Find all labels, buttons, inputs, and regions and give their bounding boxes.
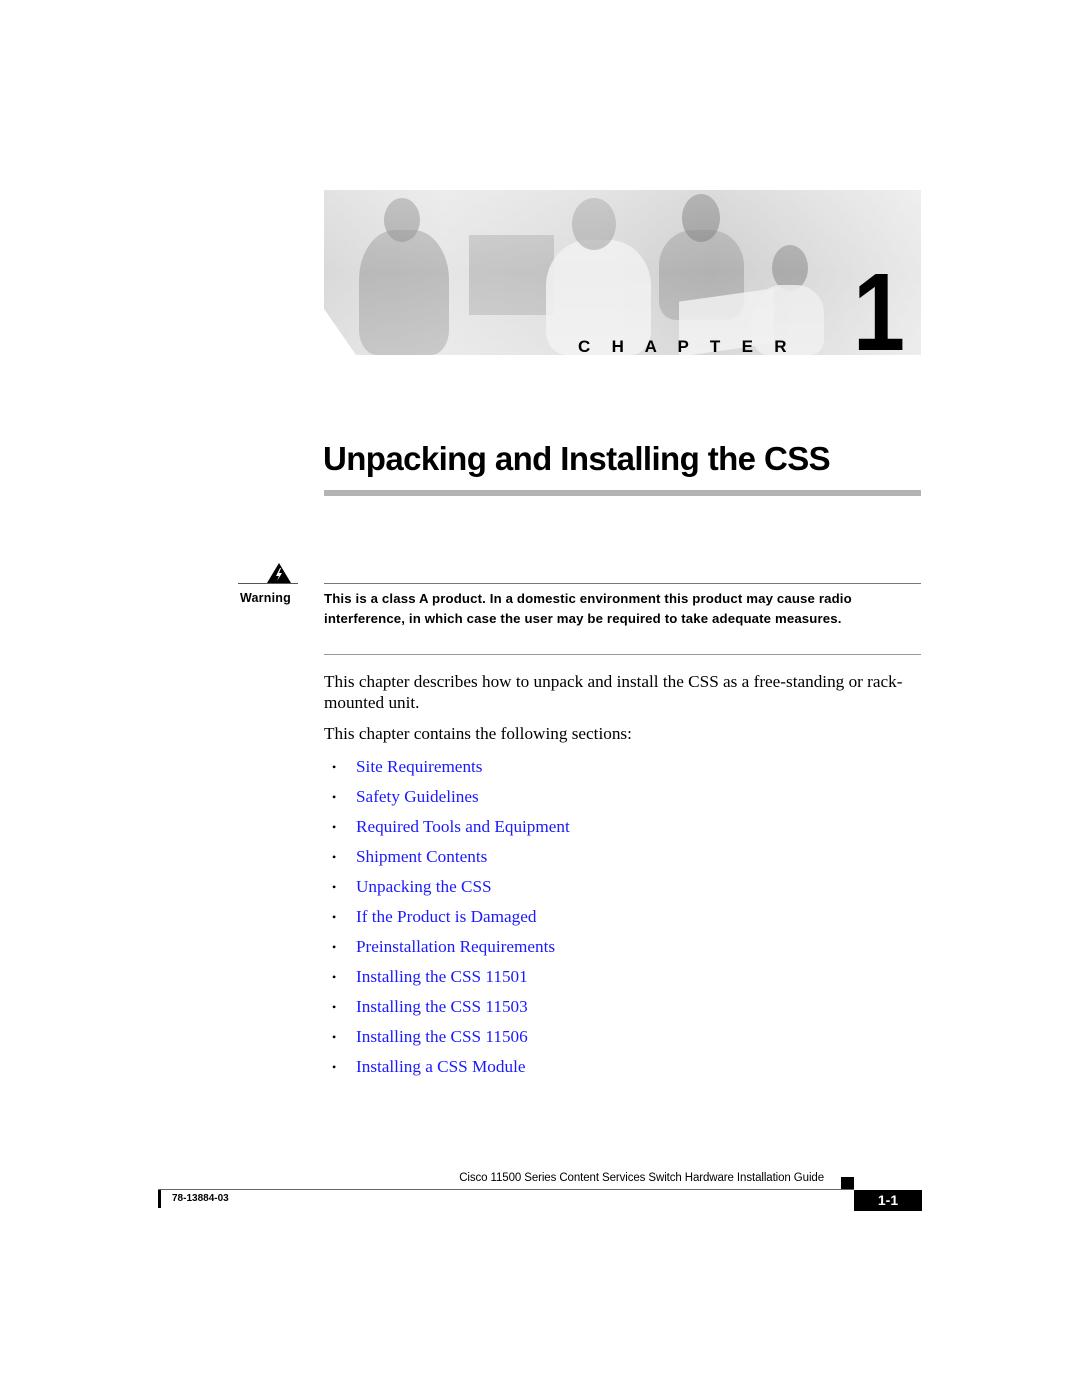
section-link-product-damaged[interactable]: If the Product is Damaged bbox=[356, 907, 536, 927]
section-list-item: • Installing a CSS Module bbox=[324, 1052, 570, 1082]
bullet-icon: • bbox=[332, 1029, 337, 1044]
section-link-safety-guidelines[interactable]: Safety Guidelines bbox=[356, 787, 479, 807]
section-list-item: • Unpacking the CSS bbox=[324, 872, 570, 902]
chapter-banner-image bbox=[324, 190, 921, 355]
warning-rule-top bbox=[324, 583, 921, 584]
bullet-icon: • bbox=[332, 969, 337, 984]
section-link-site-requirements[interactable]: Site Requirements bbox=[356, 757, 483, 777]
bullet-icon: • bbox=[332, 789, 337, 804]
warning-rule-left bbox=[238, 583, 298, 584]
warning-text: This is a class A product. In a domestic… bbox=[324, 591, 852, 626]
section-list-item: • Installing the CSS 11506 bbox=[324, 1022, 570, 1052]
bullet-icon: • bbox=[332, 849, 337, 864]
chapter-label: C H A P T E R bbox=[578, 337, 795, 356]
section-list-item: • Installing the CSS 11501 bbox=[324, 962, 570, 992]
section-list-item: • Safety Guidelines bbox=[324, 782, 570, 812]
sections-intro: This chapter contains the following sect… bbox=[324, 724, 632, 743]
photo-sheen bbox=[324, 190, 921, 355]
section-list: • Site Requirements • Safety Guidelines • R… bbox=[324, 752, 570, 1082]
bullet-icon: • bbox=[332, 1059, 337, 1074]
section-list-item: • Site Requirements bbox=[324, 752, 570, 782]
page-title: Unpacking and Installing the CSS bbox=[323, 440, 831, 477]
bullet-icon: • bbox=[332, 879, 337, 894]
bullet-icon: • bbox=[332, 939, 337, 954]
footer-guide-title: Cisco 11500 Series Content Services Swit… bbox=[459, 1172, 824, 1184]
intro-paragraph: This chapter describes how to unpack and… bbox=[324, 672, 903, 712]
bullet-icon: • bbox=[332, 909, 337, 924]
section-link-css-11501[interactable]: Installing the CSS 11501 bbox=[356, 967, 528, 987]
section-list-item: • Installing the CSS 11503 bbox=[324, 992, 570, 1022]
bullet-icon: • bbox=[332, 759, 337, 774]
section-list-item: • Required Tools and Equipment bbox=[324, 812, 570, 842]
section-link-shipment-contents[interactable]: Shipment Contents bbox=[356, 847, 487, 867]
section-list-item: • Preinstallation Requirements bbox=[324, 932, 570, 962]
section-link-css-module[interactable]: Installing a CSS Module bbox=[356, 1057, 526, 1077]
section-link-preinstallation[interactable]: Preinstallation Requirements bbox=[356, 937, 555, 957]
title-rule bbox=[324, 490, 921, 496]
footer-tick bbox=[158, 1190, 161, 1208]
section-list-item: • Shipment Contents bbox=[324, 842, 570, 872]
chapter-number: 1 bbox=[853, 251, 906, 374]
section-link-unpacking[interactable]: Unpacking the CSS bbox=[356, 877, 492, 897]
section-link-css-11506[interactable]: Installing the CSS 11506 bbox=[356, 1027, 528, 1047]
footer-page-number: 1-1 bbox=[854, 1190, 922, 1211]
footer-doc-number: 78-13884-03 bbox=[172, 1193, 229, 1204]
bullet-icon: • bbox=[332, 819, 337, 834]
section-list-item: • If the Product is Damaged bbox=[324, 902, 570, 932]
bullet-icon: • bbox=[332, 999, 337, 1014]
warning-label: Warning bbox=[240, 591, 291, 605]
footer-rule bbox=[158, 1189, 854, 1190]
warning-triangle-icon bbox=[267, 563, 291, 583]
warning-rule-bottom bbox=[324, 654, 921, 655]
section-link-css-11503[interactable]: Installing the CSS 11503 bbox=[356, 997, 528, 1017]
section-link-required-tools[interactable]: Required Tools and Equipment bbox=[356, 817, 570, 837]
